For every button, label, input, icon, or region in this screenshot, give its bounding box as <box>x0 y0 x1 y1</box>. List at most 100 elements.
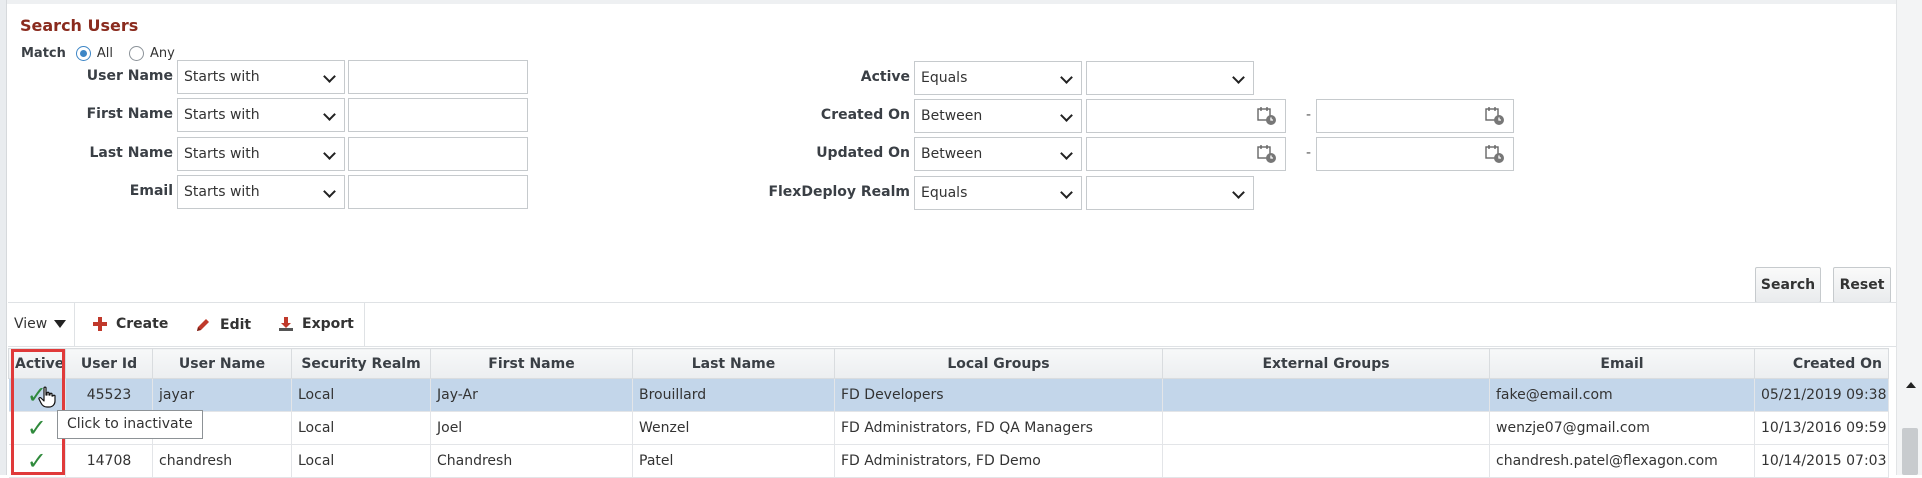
updated-on-operator-value: Between <box>921 146 983 162</box>
created-on-label: Created On <box>820 107 910 123</box>
chevron-down-icon <box>1232 186 1245 199</box>
search-button[interactable]: Search <box>1755 267 1821 303</box>
local-groups-cell: FD Developers <box>834 378 1163 412</box>
match-any-label: Any <box>150 46 175 61</box>
last-name-cell: Wenzel <box>632 411 835 445</box>
column-header-security-realm[interactable]: Security Realm <box>291 348 431 379</box>
first-name-input[interactable] <box>348 98 528 132</box>
last-name-cell: Patel <box>632 444 835 478</box>
match-any-radio[interactable] <box>129 46 145 61</box>
match-all-radio[interactable] <box>75 46 91 61</box>
last-name-input[interactable] <box>348 137 528 171</box>
checkmark-icon[interactable]: ✓ <box>15 449 60 473</box>
table-row[interactable]: ✓ Local Joel Wenzel FD Administrators, F… <box>8 411 1889 445</box>
updated-on-operator-select[interactable]: Between <box>914 137 1082 171</box>
column-header-created-on[interactable]: Created On <box>1754 348 1889 379</box>
search-panel: Search Users Match All Any User Name Sta… <box>8 4 1896 303</box>
edit-label: Edit <box>220 317 252 333</box>
user-id-cell: 14708 <box>65 444 153 478</box>
first-name-cell: Jay-Ar <box>430 378 633 412</box>
user-name-link[interactable]: jayar <box>152 378 292 412</box>
email-operator-value: Starts with <box>184 184 260 200</box>
created-on-from-input[interactable] <box>1086 99 1286 133</box>
calendar-icon[interactable] <box>1257 106 1277 126</box>
match-label: Match <box>21 46 66 61</box>
edit-button[interactable]: Edit <box>194 316 251 334</box>
scroll-up-arrow-icon[interactable] <box>1906 382 1916 388</box>
range-separator: - <box>1306 107 1312 123</box>
export-button[interactable]: Export <box>278 316 354 332</box>
last-name-operator-value: Starts with <box>184 146 260 162</box>
column-header-user-name[interactable]: User Name <box>152 348 292 379</box>
external-groups-cell <box>1162 444 1490 478</box>
scrollbar-thumb[interactable] <box>1902 428 1918 475</box>
user-name-input[interactable] <box>348 60 528 94</box>
column-header-email[interactable]: Email <box>1489 348 1755 379</box>
chevron-down-icon <box>323 108 336 121</box>
table-row[interactable]: ✓ 45523 jayar Local Jay-Ar Brouillard FD… <box>8 378 1889 412</box>
hand-cursor-icon <box>38 386 56 408</box>
column-header-active[interactable]: Active <box>8 348 66 379</box>
email-label: Email <box>129 183 173 199</box>
created-on-to-input[interactable] <box>1316 99 1514 133</box>
realm-value-select[interactable] <box>1086 176 1254 210</box>
column-header-first-name[interactable]: First Name <box>430 348 633 379</box>
toolbar-divider <box>74 303 75 346</box>
active-cell[interactable]: ✓ <box>8 444 66 478</box>
user-name-link[interactable]: chandresh <box>152 444 292 478</box>
created-on-operator-select[interactable]: Between <box>914 99 1082 133</box>
window-left-edge <box>0 0 7 475</box>
export-label: Export <box>302 316 354 332</box>
email-cell: fake@email.com <box>1489 378 1755 412</box>
export-icon <box>279 317 293 331</box>
realm-operator-select[interactable]: Equals <box>914 176 1082 210</box>
realm-label: FlexDeploy Realm <box>768 184 910 200</box>
table-toolbar: View Create Edit Export <box>8 302 1896 347</box>
chevron-down-icon <box>323 70 336 83</box>
column-header-last-name[interactable]: Last Name <box>632 348 835 379</box>
email-cell: wenzje07@gmail.com <box>1489 411 1755 445</box>
create-button[interactable]: Create <box>92 316 168 332</box>
table-row[interactable]: ✓ 14708 chandresh Local Chandresh Patel … <box>8 444 1889 478</box>
column-header-external-groups[interactable]: External Groups <box>1162 348 1490 379</box>
calendar-icon[interactable] <box>1257 144 1277 164</box>
page-title: Search Users <box>20 16 139 35</box>
external-groups-cell <box>1162 378 1490 412</box>
checkmark-icon[interactable]: ✓ <box>15 416 60 440</box>
view-menu-label: View <box>14 316 48 332</box>
local-groups-cell: FD Administrators, FD Demo <box>834 444 1163 478</box>
users-table: Active User Id User Name Security Realm … <box>8 348 1896 478</box>
column-header-local-groups[interactable]: Local Groups <box>834 348 1163 379</box>
updated-on-label: Updated On <box>816 145 910 161</box>
user-name-operator-select[interactable]: Starts with <box>177 60 345 94</box>
calendar-icon[interactable] <box>1485 144 1505 164</box>
email-cell: chandresh.patel@flexagon.com <box>1489 444 1755 478</box>
email-input[interactable] <box>348 175 528 209</box>
external-groups-cell <box>1162 411 1490 445</box>
chevron-down-icon <box>1060 186 1073 199</box>
active-value-select[interactable] <box>1086 61 1254 95</box>
match-all-label: All <box>96 46 114 61</box>
chevron-down-icon <box>323 147 336 160</box>
active-operator-select[interactable]: Equals <box>914 61 1082 95</box>
updated-on-to-input[interactable] <box>1316 137 1514 171</box>
chevron-down-icon <box>323 185 336 198</box>
first-name-operator-select[interactable]: Starts with <box>177 98 345 132</box>
local-groups-cell: FD Administrators, FD QA Managers <box>834 411 1163 445</box>
view-menu[interactable]: View <box>14 316 67 332</box>
realm-operator-value: Equals <box>921 185 968 201</box>
column-header-user-id[interactable]: User Id <box>65 348 153 379</box>
first-name-cell: Joel <box>430 411 633 445</box>
user-name-operator-value: Starts with <box>184 69 260 85</box>
chevron-down-icon <box>1060 147 1073 160</box>
updated-on-from-input[interactable] <box>1086 137 1286 171</box>
chevron-down-icon <box>1232 71 1245 84</box>
security-realm-cell: Local <box>291 411 431 445</box>
vertical-scrollbar-track[interactable] <box>1896 0 1922 475</box>
reset-button[interactable]: Reset <box>1833 267 1891 303</box>
caret-down-icon <box>54 320 67 328</box>
calendar-icon[interactable] <box>1485 106 1505 126</box>
last-name-operator-select[interactable]: Starts with <box>177 137 345 171</box>
first-name-cell: Chandresh <box>430 444 633 478</box>
email-operator-select[interactable]: Starts with <box>177 175 345 209</box>
